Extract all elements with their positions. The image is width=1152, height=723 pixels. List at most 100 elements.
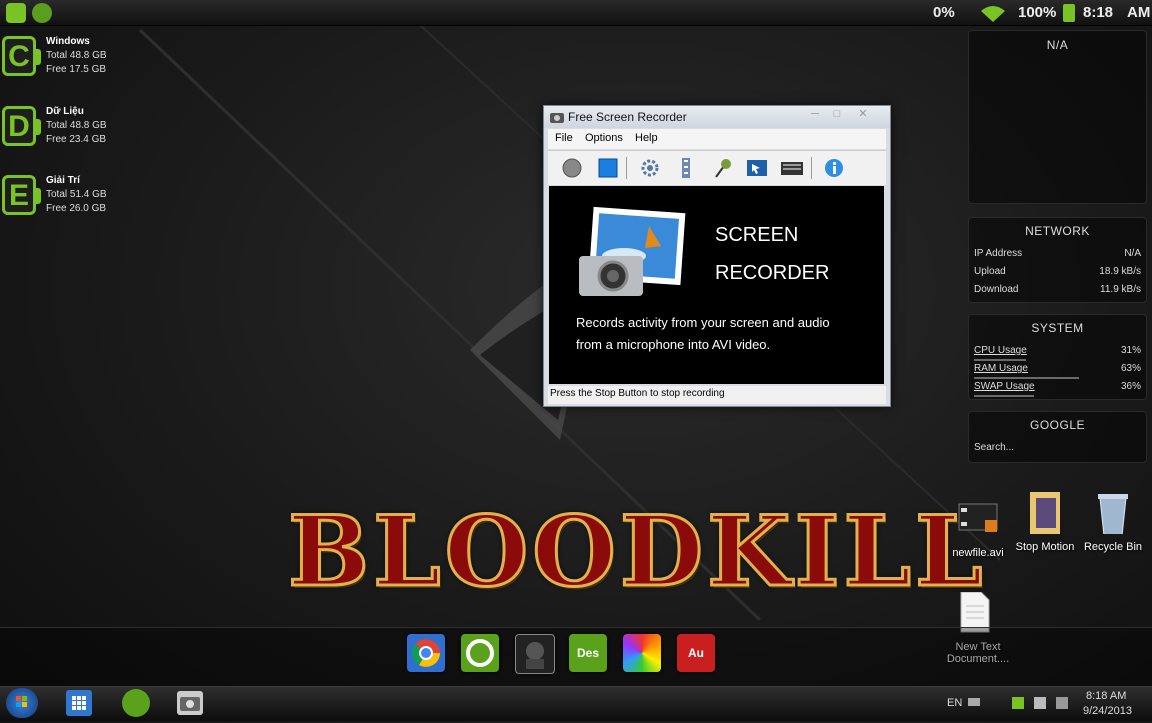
top-gadget-label: N/A (1046, 38, 1069, 52)
game-character-logo (526, 642, 544, 669)
screen-recorder-window[interactable]: Free Screen Recorder ─ □ ✕ File Options … (543, 105, 891, 407)
row-value: 31% (1120, 345, 1141, 356)
row-label: IP Address (974, 248, 1023, 259)
drive-total: Total 48.8 GB (46, 50, 107, 61)
toolbar-separator (811, 157, 812, 179)
game-app-icon[interactable] (515, 634, 555, 674)
network-title: NETWORK (1025, 224, 1090, 238)
wifi-icon (981, 6, 1005, 22)
start-button[interactable] (6, 688, 38, 718)
system-row-ram[interactable]: RAM Usage 63% (974, 363, 1141, 377)
swap-usage-bar (974, 395, 1034, 397)
windows-logo-icon (16, 696, 27, 707)
description-line-1: Records activity from your screen and au… (576, 315, 830, 330)
network-gadget: NETWORK IP Address N/A Upload 18.9 kB/s … (968, 217, 1147, 303)
android-icon[interactable] (6, 3, 26, 23)
row-value: 11.9 kB/s (1100, 284, 1141, 295)
folder-icon (1030, 492, 1060, 536)
google-gadget: GOOGLE Search... (968, 411, 1147, 463)
maximize-button[interactable]: □ (828, 108, 846, 120)
window-titlebar[interactable]: Free Screen Recorder ─ □ ✕ (544, 106, 890, 128)
cursor-capture-icon[interactable] (746, 158, 768, 178)
green-app-icon[interactable] (461, 634, 499, 672)
row-label: Download (974, 284, 1019, 295)
close-button[interactable]: ✕ (854, 108, 872, 120)
menu-file[interactable]: File (555, 132, 573, 144)
keyboard-tray-icon[interactable] (968, 698, 980, 706)
drive-free: Free 23.4 GB (46, 134, 107, 145)
refresh-logo (466, 639, 494, 667)
au-app-label: Au (688, 646, 704, 660)
row-label: RAM Usage (974, 363, 1028, 374)
video-file-icon (958, 503, 998, 532)
toolbar-separator (626, 157, 627, 179)
des-app-label: Des (576, 646, 599, 660)
drive-free: Free 17.5 GB (46, 64, 107, 75)
drive-widget-c[interactable]: C Windows Total 48.8 GB Free 17.5 GB (0, 36, 140, 80)
recycle-bin-icon (1098, 494, 1128, 537)
video-settings-icon[interactable] (675, 158, 697, 178)
menu-options[interactable]: Options (585, 132, 623, 144)
system-row-swap[interactable]: SWAP Usage 36% (974, 381, 1141, 395)
apps-grid-button[interactable] (66, 690, 92, 716)
google-search-input[interactable]: Search... (974, 442, 1141, 456)
drive-name: Giải Trí (46, 175, 80, 186)
drive-name: Dữ Liệu (46, 106, 84, 117)
camera-icon (550, 113, 564, 123)
drive-widget-e[interactable]: E Giải Trí Total 51.4 GB Free 26.0 GB (0, 175, 140, 219)
desktop-icon-recycle-bin[interactable]: Recycle Bin (1073, 492, 1152, 553)
row-value: 18.9 kB/s (1099, 266, 1141, 277)
camera-icon (180, 697, 200, 711)
taskbar-screen-recorder[interactable] (177, 691, 203, 715)
info-icon[interactable] (823, 158, 845, 178)
google-title: GOOGLE (1029, 418, 1085, 432)
des-app-icon[interactable]: Des (569, 634, 607, 672)
chrome-logo (411, 639, 440, 667)
drive-letter-badge: D (2, 106, 41, 146)
flag-tray-icon[interactable] (1012, 697, 1024, 709)
system-gadget: SYSTEM CPU Usage 31% RAM Usage 63% SWAP … (968, 314, 1147, 400)
keyboard-icon[interactable] (781, 158, 803, 178)
taskbar-green-app[interactable] (122, 689, 150, 717)
network-tray-icon[interactable] (1034, 697, 1046, 709)
heading-recorder: RECORDER (715, 262, 830, 284)
system-row-cpu[interactable]: CPU Usage 31% (974, 345, 1141, 359)
stop-button-icon[interactable] (597, 158, 619, 178)
network-row-ip: IP Address N/A (974, 248, 1141, 262)
menu-help[interactable]: Help (635, 132, 658, 144)
colors-app-icon[interactable] (623, 634, 661, 672)
battery-icon (1063, 4, 1075, 22)
toolbar (548, 150, 886, 185)
taskbar-time[interactable]: 8:18 AM (1086, 690, 1126, 702)
gear-app-icon[interactable] (32, 3, 52, 23)
record-button-icon[interactable] (561, 158, 583, 178)
minimize-button[interactable]: ─ (806, 108, 824, 120)
row-label: Upload (974, 266, 1006, 277)
taskbar-date[interactable]: 9/24/2013 (1083, 705, 1132, 717)
top-status-bar: 0% 100% 8:18 AM (0, 0, 1152, 26)
row-value: N/A (1124, 248, 1141, 259)
drive-letter-badge: E (2, 175, 41, 215)
system-title: SYSTEM (1031, 321, 1084, 335)
language-indicator[interactable]: EN (947, 697, 962, 709)
top-gadget: N/A (968, 30, 1147, 204)
chrome-icon[interactable] (407, 634, 445, 672)
cpu-usage-bar (974, 359, 1026, 361)
microphone-icon[interactable] (711, 158, 733, 178)
volume-tray-icon[interactable] (1056, 697, 1068, 709)
battery-percent-left: 0% (933, 4, 955, 21)
description-line-2: from a microphone into AVI video. (576, 337, 771, 352)
drive-name: Windows (46, 36, 90, 47)
drive-free: Free 26.0 GB (46, 203, 107, 214)
drive-widget-d[interactable]: D Dữ Liệu Total 48.8 GB Free 23.4 GB (0, 106, 140, 150)
settings-gear-icon[interactable] (639, 158, 661, 178)
menu-bar: File Options Help (548, 129, 886, 149)
row-label: SWAP Usage (974, 381, 1035, 392)
grid-icon (72, 696, 86, 710)
au-app-icon[interactable]: Au (677, 634, 715, 672)
drive-letter-badge: C (2, 36, 41, 76)
window-title: Free Screen Recorder (568, 110, 687, 124)
icon-label: Recycle Bin (1083, 541, 1143, 553)
content-panel: SCREEN RECORDER Records activity from yo… (549, 186, 884, 384)
status-bar: Press the Stop Button to stop recording (548, 386, 886, 404)
